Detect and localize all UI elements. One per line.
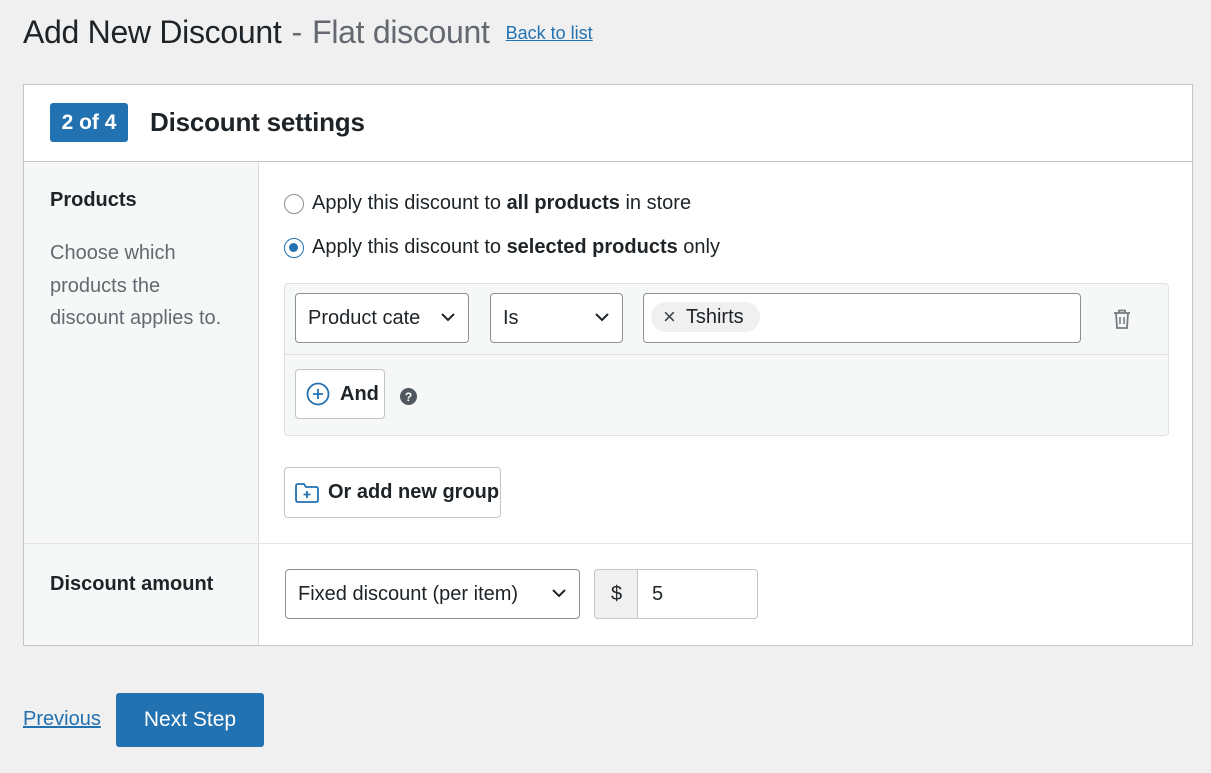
products-label: Products	[50, 189, 137, 211]
close-icon[interactable]: ×	[663, 306, 676, 328]
select-value: Is	[503, 306, 519, 329]
row-divider	[24, 543, 1192, 544]
page-title: Add New Discount	[23, 14, 282, 50]
select-value: Product cate	[308, 306, 421, 329]
radio-label: Apply this discount to selected products…	[312, 236, 720, 258]
page-header: Add New Discount - Flat discount Back to…	[23, 14, 593, 54]
title-separator: -	[291, 14, 303, 50]
previous-link[interactable]: Previous	[23, 708, 101, 731]
discount-settings-card: 2 of 4 Discount settings Products Choose…	[23, 84, 1193, 646]
condition-operator-select[interactable]: Is	[490, 293, 623, 343]
condition-values-input[interactable]: × Tshirts	[643, 293, 1081, 343]
card-title: Discount settings	[150, 107, 365, 137]
chevron-down-icon	[595, 313, 609, 322]
discount-amount-label: Discount amount	[50, 573, 214, 595]
radio-all-products[interactable]: Apply this discount to all products in s…	[284, 192, 691, 215]
value-tag: × Tshirts	[651, 302, 760, 332]
and-button-label: And	[340, 382, 379, 405]
back-to-list-link[interactable]: Back to list	[506, 23, 593, 44]
discount-type-select[interactable]: Fixed discount (per item)	[285, 569, 580, 619]
select-value: Fixed discount (per item)	[298, 582, 519, 605]
condition-group: Product cate Is × Tshirts And ?	[284, 283, 1169, 436]
chevron-down-icon	[441, 313, 455, 322]
trash-icon[interactable]	[1112, 308, 1132, 330]
folder-plus-icon	[295, 482, 319, 503]
card-header: 2 of 4 Discount settings	[24, 85, 1192, 162]
step-badge: 2 of 4	[50, 103, 128, 142]
tag-label: Tshirts	[685, 305, 744, 328]
radio-button[interactable]	[284, 193, 304, 214]
products-description: Choose which products the discount appli…	[50, 242, 222, 329]
add-group-button[interactable]: Or add new group	[284, 467, 501, 518]
help-icon[interactable]: ?	[400, 388, 417, 405]
chevron-down-icon	[552, 589, 566, 598]
plus-circle-icon	[306, 382, 330, 406]
discount-type-subtitle: Flat discount	[312, 14, 490, 50]
radio-button-checked[interactable]	[284, 237, 304, 258]
next-step-button[interactable]: Next Step	[116, 693, 264, 747]
radio-label: Apply this discount to all products in s…	[312, 192, 692, 214]
radio-selected-products[interactable]: Apply this discount to selected products…	[284, 236, 720, 259]
condition-field-select[interactable]: Product cate	[295, 293, 469, 343]
and-button[interactable]: And	[295, 369, 385, 419]
currency-prefix: $	[594, 569, 638, 619]
discount-amount-input[interactable]: 5	[637, 569, 758, 619]
add-group-label: Or add new group	[328, 481, 500, 503]
group-divider	[285, 354, 1168, 355]
